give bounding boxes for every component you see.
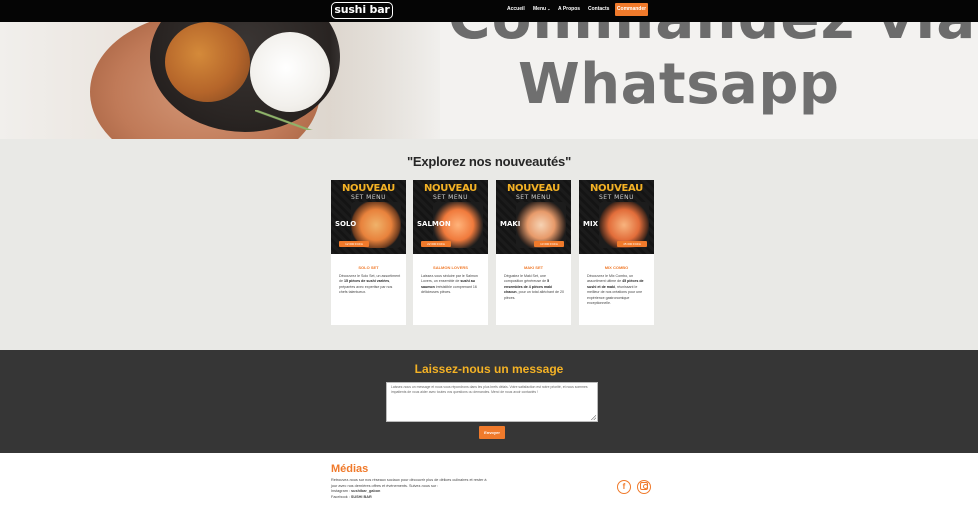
product-image: NOUVEAU SET MENU MIX 45 000 FCFA bbox=[579, 180, 654, 254]
nav-item-accueil[interactable]: Accueil bbox=[507, 6, 525, 12]
instagram-handle[interactable]: sushibar_gabon bbox=[351, 489, 380, 493]
message-textarea[interactable]: Laissez-nous un message et nous vous rép… bbox=[386, 382, 598, 422]
image-subtitle: SET MENU bbox=[515, 194, 552, 201]
footer-description: Retrouvez-nous sur nos réseaux sociaux p… bbox=[331, 478, 487, 488]
image-dish-label: SOLO bbox=[335, 220, 357, 228]
send-button[interactable]: Envoyer bbox=[479, 426, 505, 439]
news-title: "Explorez nos nouveautés" bbox=[406, 154, 572, 169]
product-name: MIX COMBO bbox=[604, 265, 629, 270]
nav-item-contacts[interactable]: Contacts bbox=[588, 6, 609, 12]
footer-title: Médias bbox=[331, 463, 369, 475]
instagram-glyph bbox=[640, 481, 648, 490]
image-subtitle: SET MENU bbox=[350, 194, 387, 201]
hero-garnish bbox=[255, 110, 325, 130]
nav-item-menu-label: Menu bbox=[533, 6, 547, 12]
product-card-salmon[interactable]: NOUVEAU SET MENU SALMON 22 000 FCFA SALM… bbox=[413, 180, 488, 325]
product-card-maki[interactable]: NOUVEAU SET MENU MAKI 13 000 FCFA MAKI S… bbox=[496, 180, 571, 325]
chevron-down-icon: ⌄ bbox=[547, 6, 551, 11]
product-image: NOUVEAU SET MENU SOLO 12 000 FCFA bbox=[331, 180, 406, 254]
commander-button[interactable]: Commander bbox=[615, 3, 648, 16]
product-image: NOUVEAU SET MENU MAKI 13 000 FCFA bbox=[496, 180, 571, 254]
image-price: 45 000 FCFA bbox=[617, 241, 647, 247]
product-card-mix[interactable]: NOUVEAU SET MENU MIX 45 000 FCFA MIX COM… bbox=[579, 180, 654, 325]
image-title: NOUVEAU bbox=[589, 183, 643, 194]
hero-top-text: Commandez via bbox=[448, 22, 976, 52]
product-name: SOLO SET bbox=[358, 265, 379, 270]
product-card-solo[interactable]: NOUVEAU SET MENU SOLO 12 000 FCFA SOLO S… bbox=[331, 180, 406, 325]
product-description: Découvrez le Solo Set, un assortiment de… bbox=[339, 274, 401, 295]
product-image: NOUVEAU SET MENU SALMON 22 000 FCFA bbox=[413, 180, 488, 254]
image-title: NOUVEAU bbox=[506, 183, 560, 194]
logo[interactable]: sushi bar bbox=[331, 2, 393, 19]
image-dish-label: MIX bbox=[583, 220, 598, 228]
product-description: Dégustez le Maki Set, une composition gé… bbox=[504, 274, 564, 300]
nav-item-menu[interactable]: Menu⌄ bbox=[533, 6, 550, 12]
nav-item-a-propos[interactable]: A Propos bbox=[558, 6, 580, 12]
image-dish-label: SALMON bbox=[417, 220, 451, 228]
footer-text: Retrouvez-nous sur nos réseaux sociaux p… bbox=[331, 478, 491, 500]
facebook-handle[interactable]: SUSHI BAR bbox=[351, 495, 372, 499]
product-description: Laissez-vous séduire par le Salmon Lover… bbox=[421, 274, 478, 295]
product-name: MAKI SET bbox=[523, 265, 544, 270]
instagram-label: Instagram : bbox=[331, 489, 352, 494]
facebook-label: Facebook : bbox=[331, 494, 351, 499]
hero-fade bbox=[330, 22, 450, 139]
instagram-icon[interactable] bbox=[637, 480, 651, 494]
top-navbar: sushi bar Accueil Menu⌄ A Propos Contact… bbox=[0, 0, 978, 22]
image-price: 12 000 FCFA bbox=[339, 241, 369, 247]
image-price: 13 000 FCFA bbox=[534, 241, 564, 247]
message-section: Laissez-nous un message Laissez-nous un … bbox=[0, 350, 978, 453]
image-subtitle: SET MENU bbox=[598, 194, 635, 201]
message-title: Laissez-nous un message bbox=[414, 362, 564, 376]
hero-banner: Commandez via Whatsapp bbox=[0, 22, 978, 139]
image-title: NOUVEAU bbox=[341, 183, 395, 194]
message-text: Laissez-nous un message et nous vous rép… bbox=[391, 385, 588, 394]
resize-handle-icon[interactable] bbox=[591, 415, 596, 420]
facebook-icon[interactable]: f bbox=[617, 480, 631, 494]
product-description: Découvrez le Mix Combo, un assortiment u… bbox=[587, 274, 644, 306]
footer: Médias Retrouvez-nous sur nos réseaux so… bbox=[0, 453, 978, 510]
hero-food bbox=[165, 22, 250, 102]
hero-whatsapp-text: Whatsapp bbox=[518, 52, 840, 117]
image-title: NOUVEAU bbox=[423, 183, 477, 194]
image-price: 22 000 FCFA bbox=[421, 241, 451, 247]
image-dish-label: MAKI bbox=[500, 220, 521, 228]
product-name: SALMON LOVERS bbox=[433, 265, 468, 270]
image-subtitle: SET MENU bbox=[432, 194, 469, 201]
hero-rice bbox=[250, 32, 330, 112]
